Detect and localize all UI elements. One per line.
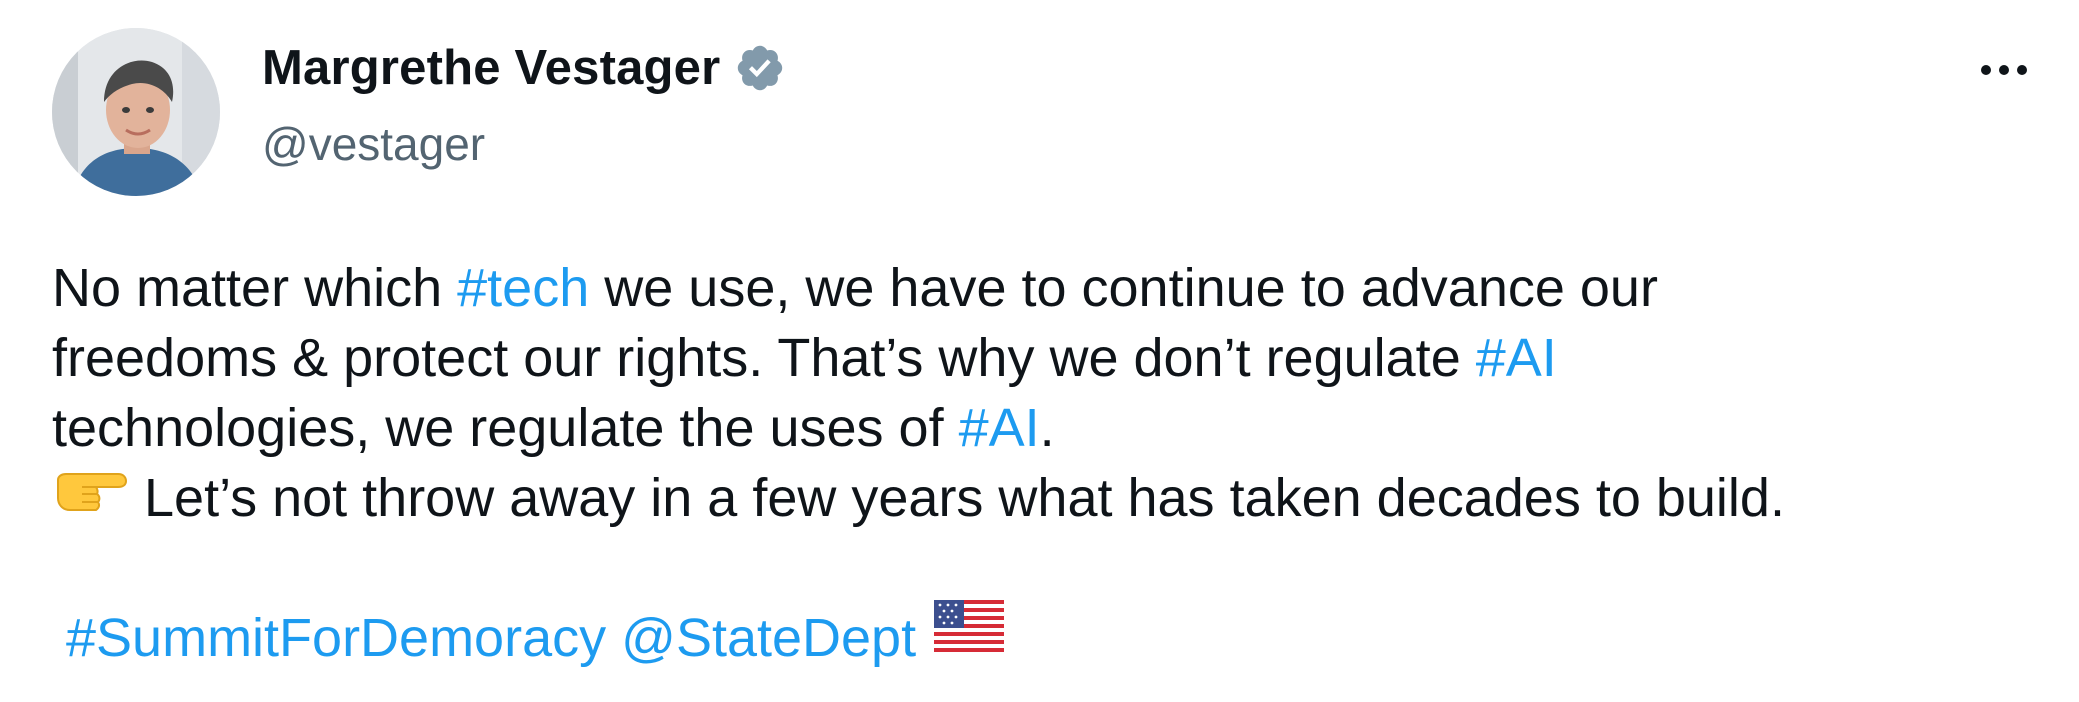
pointing-right-hand-icon — [52, 461, 128, 531]
tweet-text-segment: technologies, we regulate the uses of — [52, 398, 959, 458]
tweet-text-segment: we use, we have to continue to advance o… — [589, 258, 1658, 318]
hashtag-ai-link[interactable]: #AI — [959, 398, 1040, 458]
author-display-name[interactable]: Margrethe Vestager — [262, 40, 720, 96]
tweet-line: freedoms & protect our rights. That’s wh… — [52, 323, 2042, 393]
tweet-text-segment: Let’s not throw away in a few years what… — [144, 468, 1785, 528]
author-handle[interactable]: @vestager — [262, 117, 485, 171]
tweet-text: No matter which #tech we use, we have to… — [52, 253, 2042, 673]
hashtag-tech-link[interactable]: #tech — [457, 258, 589, 318]
tweet-text-segment: . — [1039, 398, 1055, 458]
tweet-line: No matter which #tech we use, we have to… — [52, 253, 2042, 323]
verified-badge-icon — [734, 42, 786, 94]
avatar[interactable] — [52, 28, 220, 196]
mention-statedept-link[interactable]: @StateDept — [621, 608, 916, 668]
hashtag-summit-link[interactable]: #SummitForDemoracy — [66, 608, 606, 668]
author-name-row: Margrethe Vestager — [262, 40, 786, 96]
tweet-line: technologies, we regulate the uses of #A… — [52, 393, 2042, 463]
tweet-card: Margrethe Vestager @vestager No matter w… — [0, 0, 2079, 702]
more-horizontal-icon[interactable] — [1974, 50, 2034, 90]
tweet-text-segment: No matter which — [52, 258, 458, 318]
tweet-line: #SummitForDemoracy @StateDept — [52, 600, 2042, 673]
tweet-line: Let’s not throw away in a few years what… — [52, 463, 2042, 533]
us-flag-icon — [934, 600, 1005, 671]
hashtag-ai-link[interactable]: #AI — [1476, 328, 1557, 388]
tweet-text-segment: freedoms & protect our rights. That’s wh… — [52, 328, 1476, 388]
